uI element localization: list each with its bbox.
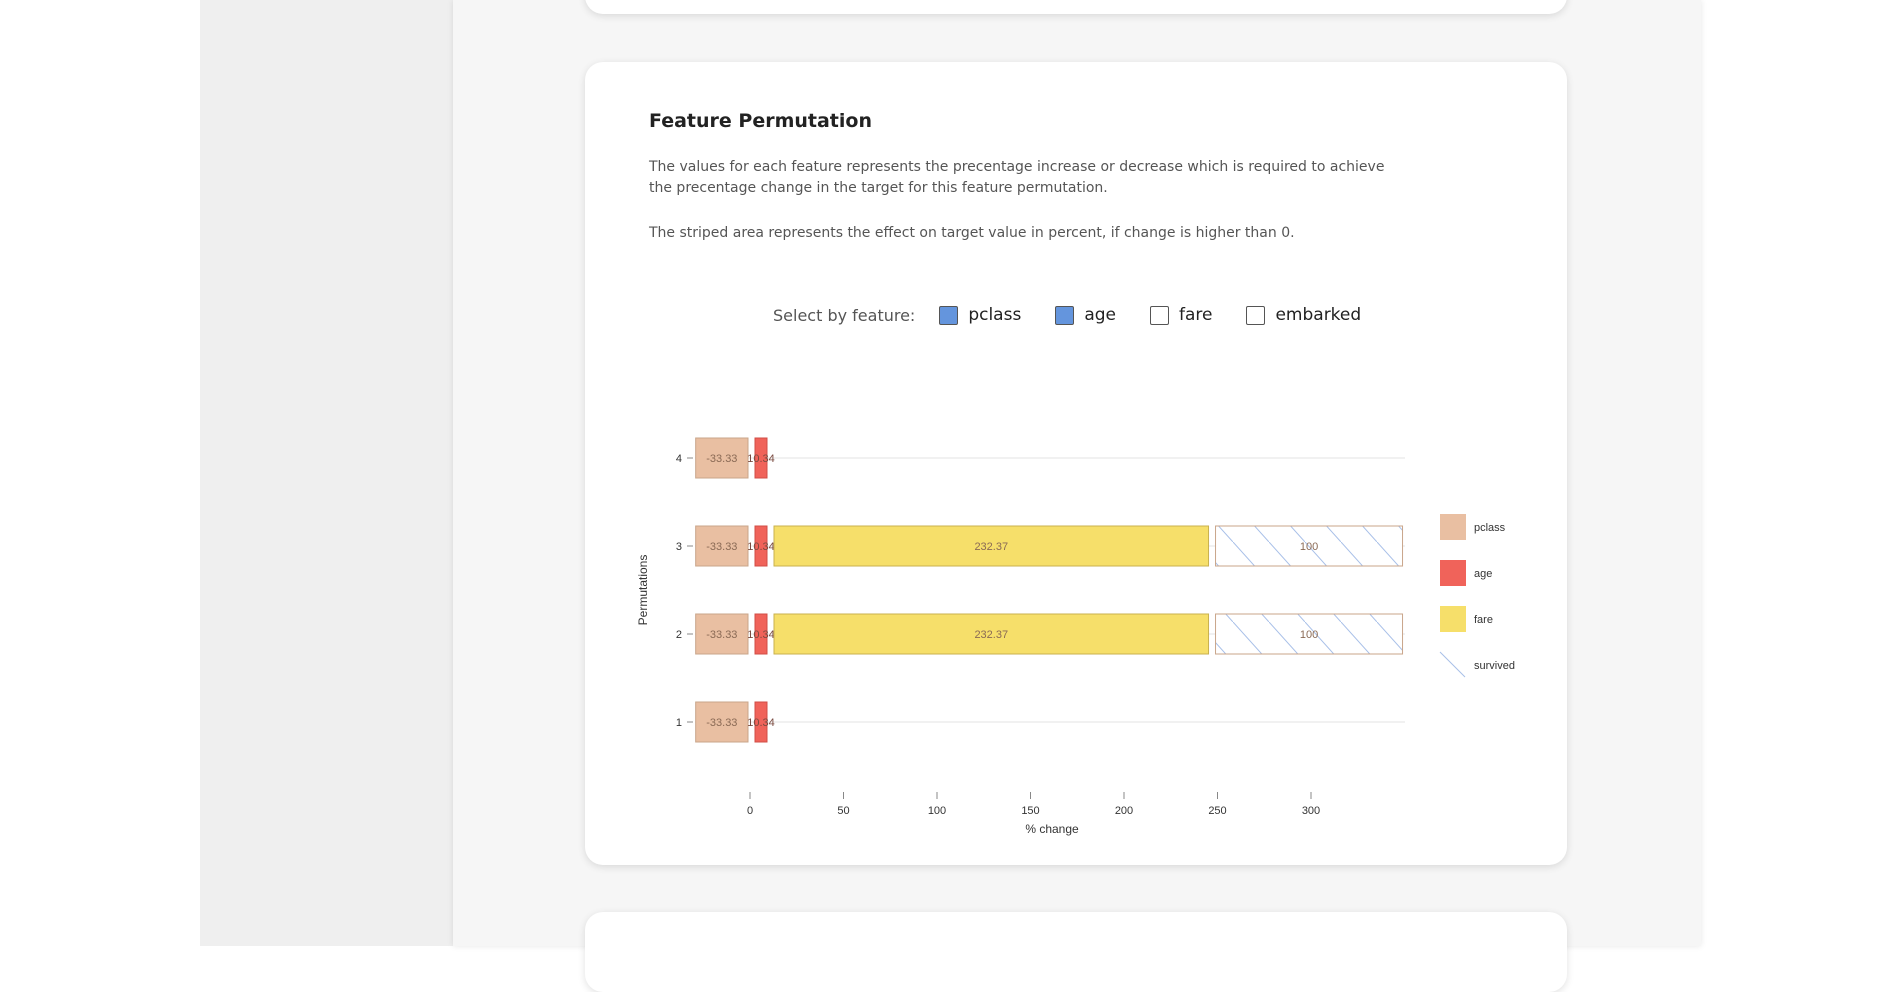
- legend-label: fare: [1474, 614, 1493, 626]
- feature-permutation-card: Feature Permutation The values for each …: [585, 62, 1567, 865]
- bar-label-age: 10.34: [747, 717, 775, 729]
- legend-swatch-fare: [1440, 606, 1466, 632]
- y-tick-label: 4: [676, 453, 682, 465]
- x-tick-label: 0: [747, 805, 753, 817]
- previous-section-card: [585, 0, 1567, 14]
- x-tick-label: 250: [1208, 805, 1226, 817]
- y-tick-label: 1: [676, 717, 682, 729]
- next-section-card: [585, 912, 1567, 992]
- x-axis-label: % change: [1025, 822, 1079, 836]
- legend-swatch-age: [1440, 560, 1466, 586]
- bar-label-fare: 232.37: [974, 629, 1008, 641]
- bar-label-age: 10.34: [747, 629, 775, 641]
- legend-label: age: [1474, 568, 1492, 580]
- sidebar-background: [200, 0, 453, 946]
- bar-label-pclass: -33.33: [706, 541, 737, 553]
- x-tick-label: 300: [1302, 805, 1320, 817]
- legend-swatch-pclass: [1440, 514, 1466, 540]
- y-axis-label: Permutations: [636, 555, 650, 626]
- x-tick-label: 100: [928, 805, 946, 817]
- x-tick-label: 150: [1021, 805, 1039, 817]
- y-tick-label: 3: [676, 541, 682, 553]
- permutation-bar-chart: 1 2 3 4 Permutations 0 50 100 150 200 250 300 % chan…: [636, 437, 1515, 836]
- x-tick-label: 50: [837, 805, 849, 817]
- bar-label-pclass: -33.33: [706, 717, 737, 729]
- bar-label-age: 10.34: [747, 541, 775, 553]
- bar-label-fare: 232.37: [974, 541, 1008, 553]
- legend-label: pclass: [1474, 522, 1506, 534]
- legend-label: survived: [1474, 660, 1515, 672]
- bar-label-age: 10.34: [747, 453, 775, 465]
- legend-swatch-survived: [1439, 651, 1466, 678]
- bar-label-survived: 100: [1300, 541, 1318, 553]
- bar-label-survived: 100: [1300, 629, 1318, 641]
- y-tick-label: 2: [676, 629, 682, 641]
- x-tick-label: 200: [1115, 805, 1133, 817]
- bar-label-pclass: -33.33: [706, 629, 737, 641]
- bar-label-pclass: -33.33: [706, 453, 737, 465]
